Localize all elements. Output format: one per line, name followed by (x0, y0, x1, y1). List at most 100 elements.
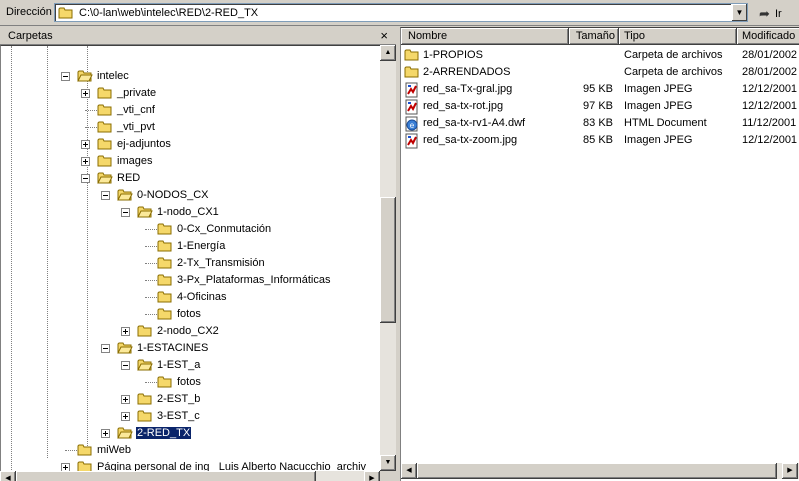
file-row[interactable]: red_sa-tx-zoom.jpg 85 KB Imagen JPEG 12/12/… (401, 132, 799, 149)
folder-icon (97, 87, 112, 99)
tree-item[interactable]: 1-Energía (141, 238, 380, 255)
tree-item[interactable]: 4-Oficinas (141, 289, 380, 306)
close-icon[interactable]: × (380, 28, 388, 43)
tree-item[interactable]: 0-NODOS_CX (101, 187, 380, 204)
address-label: Dirección (6, 6, 52, 18)
collapse-icon[interactable] (121, 361, 130, 370)
tree-item[interactable]: _vti_pvt (81, 119, 380, 136)
scroll-left-button[interactable]: ◀ (401, 463, 417, 479)
file-row[interactable]: red_sa-Tx-gral.jpg 95 KB Imagen JPEG 12/12/… (401, 81, 799, 98)
column-header-label: Tipo (624, 30, 645, 42)
folder-icon (97, 104, 112, 116)
file-name: red_sa-tx-rv1-A4.dwf (423, 117, 526, 129)
scroll-down-button[interactable]: ▼ (380, 455, 396, 471)
scroll-left-button[interactable]: ◀ (0, 471, 16, 481)
tree-item[interactable]: miWeb (61, 442, 380, 459)
open-folder-icon (117, 342, 133, 354)
column-header-modified[interactable]: Modificado (737, 28, 799, 45)
folder-icon (97, 121, 112, 133)
expand-icon[interactable] (121, 395, 130, 404)
expand-icon[interactable] (121, 412, 130, 421)
expand-icon[interactable] (101, 429, 110, 438)
tree-item-label: 2-Tx_Transmisión (177, 257, 265, 269)
address-dropdown-button[interactable]: ▼ (731, 4, 747, 21)
address-input[interactable]: C:\0-lan\web\intelec\RED\2-RED_TX ▼ (54, 3, 748, 22)
expand-icon[interactable] (81, 157, 90, 166)
tree-item[interactable]: 1-nodo_CX1 (121, 204, 380, 221)
tree-item[interactable]: 2-Tx_Transmisión (141, 255, 380, 272)
go-arrow-icon: ➦ (759, 6, 770, 21)
tree-connector (145, 297, 157, 298)
scroll-thumb[interactable] (417, 463, 777, 479)
tree-item[interactable]: 2-EST_b (121, 391, 380, 408)
folders-horizontal-scrollbar[interactable]: ◀ ▶ (0, 471, 380, 481)
tree-item[interactable]: images (81, 153, 380, 170)
tree-item[interactable]: 3-Px_Plataformas_Informáticas (141, 272, 380, 289)
file-row[interactable]: e red_sa-tx-rv1-A4.dwf 83 KB HTML Document 1… (401, 115, 799, 132)
collapse-icon[interactable] (121, 208, 130, 217)
tree-item-label: fotos (177, 308, 201, 320)
scroll-right-button[interactable]: ▶ (364, 471, 380, 481)
svg-text:e: e (410, 121, 415, 130)
scroll-right-button[interactable]: ▶ (782, 463, 798, 479)
file-name: red_sa-tx-zoom.jpg (423, 134, 518, 146)
expand-icon[interactable] (121, 327, 130, 336)
scroll-thumb[interactable] (380, 197, 396, 323)
tree-item[interactable]: 1-ESTACINES (101, 340, 380, 357)
tree-item[interactable]: fotos (141, 374, 380, 391)
tree-item[interactable]: _vti_cnf (81, 102, 380, 119)
file-row[interactable]: 2-ARRENDADOS Carpeta de archivos 28/01/200… (401, 64, 799, 81)
folders-vertical-scrollbar[interactable]: ▲ ▼ (380, 45, 396, 471)
tree-item[interactable]: intelec (61, 68, 380, 85)
tree-item[interactable]: 0-Cx_Conmutación (141, 221, 380, 238)
file-list-pane: Nombre Tamaño Tipo Modificado 1-PROPIOS C… (400, 27, 799, 481)
tree-item[interactable]: fotos (141, 306, 380, 323)
file-size: 85 KB (583, 134, 613, 146)
file-list-horizontal-scrollbar[interactable]: ◀ ▶ (401, 463, 799, 479)
tree-item-label: 2-RED_TX (134, 426, 193, 440)
tree-item[interactable]: RED (81, 170, 380, 187)
tree-item-label: intelec (97, 70, 129, 82)
file-name: red_sa-tx-rot.jpg (423, 100, 504, 112)
expand-icon[interactable] (81, 89, 90, 98)
file-row[interactable]: red_sa-tx-rot.jpg 97 KB Imagen JPEG 12/12/2… (401, 98, 799, 115)
file-modified: 11/12/2001 (742, 117, 797, 129)
open-folder-icon (77, 70, 93, 82)
column-header-label: Nombre (408, 30, 448, 42)
go-button[interactable]: ➦ Ir (752, 3, 796, 23)
tree-item[interactable]: ej-adjuntos (81, 136, 380, 153)
file-modified: 12/12/2001 (742, 100, 798, 112)
file-row[interactable]: 1-PROPIOS Carpeta de archivos 28/01/2002 (401, 47, 799, 64)
collapse-icon[interactable] (101, 344, 110, 353)
scroll-up-button[interactable]: ▲ (380, 45, 396, 61)
tree-item[interactable]: 2-nodo_CX2 (121, 323, 380, 340)
folders-pane-header: Carpetas × (0, 27, 396, 45)
open-folder-icon (117, 189, 133, 201)
tree-item-label: 3-Px_Plataformas_Informáticas (177, 274, 331, 286)
tree-item-label: fotos (177, 376, 201, 388)
folder-tree[interactable]: intelec _private _vti_cnf _vti_pvt ej-adjunt… (0, 45, 380, 481)
tree-item[interactable]: 1-EST_a (121, 357, 380, 374)
collapse-icon[interactable] (81, 174, 90, 183)
folder-icon (157, 223, 172, 235)
tree-item[interactable]: 3-EST_c (121, 408, 380, 425)
collapse-icon[interactable] (61, 72, 70, 81)
expand-icon[interactable] (81, 140, 90, 149)
tree-connector (145, 314, 157, 315)
file-name: red_sa-Tx-gral.jpg (423, 83, 513, 95)
open-folder-icon (117, 427, 133, 439)
scroll-thumb[interactable] (16, 471, 316, 481)
column-header-size[interactable]: Tamaño (569, 28, 619, 45)
file-name: 2-ARRENDADOS (423, 66, 511, 78)
column-header-name[interactable]: Nombre (401, 28, 569, 45)
folder-icon (137, 410, 152, 422)
tree-item-label: 1-Energía (177, 240, 226, 252)
folders-pane: Carpetas × intelec _private _vti_cnf _vti_p… (0, 27, 396, 481)
collapse-icon[interactable] (101, 191, 110, 200)
column-header-type[interactable]: Tipo (619, 28, 737, 45)
tree-item[interactable]: _private (81, 85, 380, 102)
tree-connector (145, 280, 157, 281)
tree-item-label: 3-EST_c (157, 410, 200, 422)
tree-item-label: _vti_cnf (117, 104, 155, 116)
tree-item[interactable]: 2-RED_TX (101, 425, 380, 442)
